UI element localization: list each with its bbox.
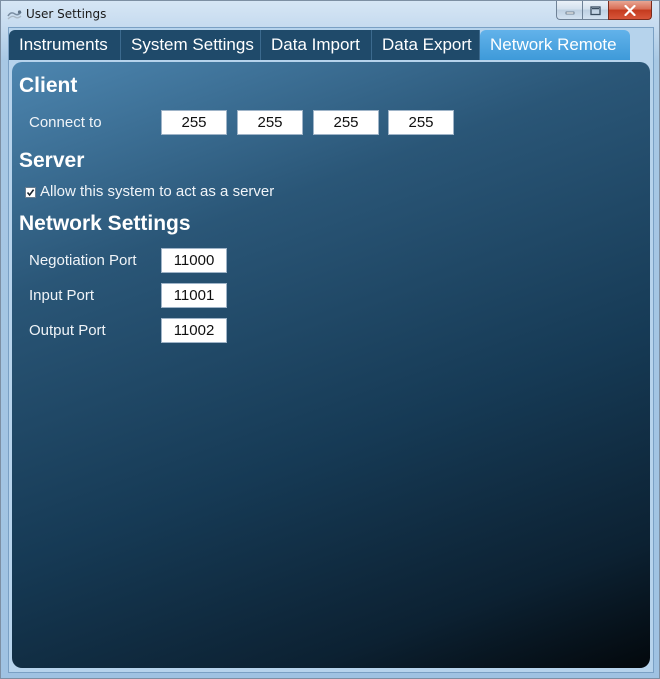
negotiation-port-input[interactable] xyxy=(161,248,227,273)
maximize-button[interactable] xyxy=(582,1,608,20)
ip-octet-1-input[interactable] xyxy=(161,110,227,135)
allow-server-label[interactable]: Allow this system to act as a server xyxy=(40,183,274,201)
network-remote-panel: Client Connect to Server Allow this syst… xyxy=(12,62,650,668)
maximize-icon xyxy=(590,1,601,20)
settings-window: User Settings Instruments System Setting… xyxy=(0,0,660,679)
input-port-input[interactable] xyxy=(161,283,227,308)
connect-to-label: Connect to xyxy=(29,114,102,131)
minimize-button[interactable] xyxy=(556,1,582,20)
close-icon xyxy=(624,1,636,20)
tab-data-export[interactable]: Data Export xyxy=(372,30,480,60)
allow-server-checkbox[interactable] xyxy=(25,187,36,198)
tab-instruments[interactable]: Instruments xyxy=(9,30,121,60)
tab-system-settings[interactable]: System Settings xyxy=(121,30,261,60)
title-bar[interactable]: User Settings xyxy=(1,1,659,27)
tab-data-import[interactable]: Data Import xyxy=(261,30,372,60)
close-button[interactable] xyxy=(608,1,652,20)
checkmark-icon xyxy=(26,188,35,197)
server-heading: Server xyxy=(19,149,85,172)
ip-octet-4-input[interactable] xyxy=(388,110,454,135)
window-title: User Settings xyxy=(26,7,107,21)
input-port-label: Input Port xyxy=(29,287,95,304)
client-heading: Client xyxy=(19,74,78,97)
client-area: Instruments System Settings Data Import … xyxy=(8,27,654,673)
tab-network-remote[interactable]: Network Remote xyxy=(480,30,630,60)
output-port-label: Output Port xyxy=(29,322,106,339)
ip-octet-3-input[interactable] xyxy=(313,110,379,135)
output-port-input[interactable] xyxy=(161,318,227,343)
negotiation-port-label: Negotiation Port xyxy=(29,252,137,269)
app-logo-icon xyxy=(7,7,22,20)
minimize-icon xyxy=(565,1,575,20)
network-settings-heading: Network Settings xyxy=(19,212,191,235)
ip-octet-2-input[interactable] xyxy=(237,110,303,135)
tab-strip: Instruments System Settings Data Import … xyxy=(9,30,630,60)
caption-buttons xyxy=(556,1,652,20)
